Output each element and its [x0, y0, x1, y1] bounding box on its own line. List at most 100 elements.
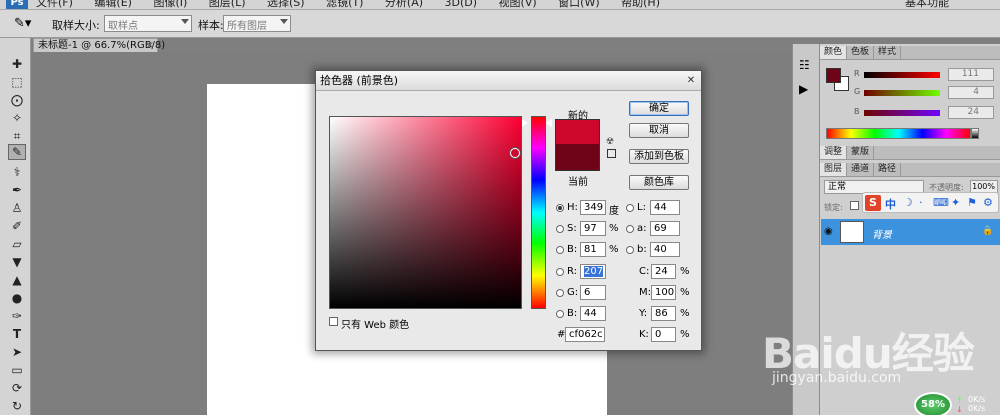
saturation-radio[interactable] — [556, 225, 564, 233]
path-selection-tool-icon[interactable]: ➤ — [8, 344, 26, 360]
slider-b-value[interactable]: 24 — [948, 106, 994, 119]
menu-select[interactable]: 选择(S) — [267, 0, 305, 9]
sample-select[interactable]: 所有图层 — [223, 15, 291, 32]
color-picker-marker[interactable] — [510, 148, 520, 158]
hue-slider-right-arrow-icon[interactable] — [546, 119, 552, 127]
3d-rotate-tool-icon[interactable]: ⟳ — [8, 380, 26, 396]
menu-filter[interactable]: 滤镜(T) — [326, 0, 363, 9]
hue-slider-left-arrow-icon[interactable] — [522, 119, 528, 127]
magic-wand-tool-icon[interactable]: ✧ — [8, 110, 26, 126]
type-tool-icon[interactable]: T — [8, 326, 26, 342]
sogou-ime-icon[interactable]: S — [865, 195, 881, 211]
out-of-gamut-warning-icon[interactable]: ☢ — [606, 137, 614, 147]
crop-tool-icon[interactable]: ⌗ — [8, 128, 26, 144]
blue-field[interactable]: 44 — [580, 306, 606, 321]
hue-radio[interactable] — [556, 204, 564, 212]
black-field[interactable]: 0 — [651, 327, 676, 342]
lab-l-field[interactable]: 44 — [650, 200, 680, 215]
gamut-correction-swatch[interactable] — [607, 149, 616, 158]
menu-edit[interactable]: 编辑(E) — [94, 0, 132, 9]
red-radio[interactable] — [556, 268, 564, 276]
cancel-button[interactable]: 取消 — [629, 123, 689, 138]
dodge-tool-icon[interactable]: ● — [8, 290, 26, 306]
tab-adjustments[interactable]: 调整 — [820, 146, 848, 159]
hex-field[interactable]: cf062c — [565, 327, 605, 342]
tab-masks[interactable]: 蒙版 — [847, 146, 875, 159]
layer-name[interactable]: 背景 — [872, 226, 892, 241]
network-speed-widget[interactable]: 58% ↑ 0K/s ↓ 0K/s — [912, 392, 1000, 415]
yellow-field[interactable]: 86 — [651, 306, 676, 321]
brush-tool-icon[interactable]: ✒ — [8, 182, 26, 198]
sample-size-select[interactable]: 取样点 — [104, 15, 192, 32]
slider-g[interactable]: G 4 — [854, 86, 994, 99]
ok-button[interactable]: 确定 — [629, 101, 689, 116]
ime-chinese-mode[interactable]: 中 — [885, 196, 896, 212]
grayscale-ramp[interactable] — [971, 128, 979, 139]
pen-tool-icon[interactable]: ✑ — [8, 308, 26, 324]
slider-b[interactable]: B 24 — [854, 106, 994, 119]
ime-halfwidth-icon[interactable]: ☽ — [903, 196, 913, 209]
ime-settings-icon[interactable]: ⚙ — [983, 196, 993, 209]
slider-r-bar[interactable] — [864, 72, 940, 78]
blue-radio[interactable] — [556, 310, 564, 318]
lasso-tool-icon[interactable]: ⨀ — [8, 92, 26, 108]
slider-g-value[interactable]: 4 — [948, 86, 994, 99]
close-icon[interactable]: × — [146, 39, 154, 52]
blur-tool-icon[interactable]: ▲ — [8, 272, 26, 288]
lab-b-radio[interactable] — [626, 246, 634, 254]
saturation-brightness-field[interactable] — [329, 116, 522, 309]
tab-channels[interactable]: 通道 — [847, 163, 875, 176]
workspace-switcher[interactable]: 基本功能 — [905, 0, 949, 9]
lab-a-field[interactable]: 69 — [650, 221, 680, 236]
color-spectrum-bar[interactable] — [826, 128, 971, 139]
current-color-swatch[interactable] — [555, 144, 600, 171]
foreground-color-swatch[interactable] — [826, 68, 841, 83]
lab-l-radio[interactable] — [626, 204, 634, 212]
tab-styles[interactable]: 样式 — [874, 46, 902, 59]
healing-brush-tool-icon[interactable]: ⚕ — [8, 164, 26, 180]
brightness-radio[interactable] — [556, 246, 564, 254]
ime-keyboard-icon[interactable]: ⌨ — [933, 196, 949, 209]
slider-r[interactable]: R 111 — [854, 68, 994, 81]
lab-a-radio[interactable] — [626, 225, 634, 233]
ime-tools-icon[interactable]: ⚑ — [967, 196, 977, 209]
menu-window[interactable]: 窗口(W) — [558, 0, 599, 9]
slider-b-bar[interactable] — [864, 110, 940, 116]
layer-visibility-eye-icon[interactable]: ◉ — [824, 226, 833, 237]
lab-b-field[interactable]: 40 — [650, 242, 680, 257]
history-brush-tool-icon[interactable]: ✐ — [8, 218, 26, 234]
tab-paths[interactable]: 路径 — [874, 163, 902, 176]
ime-skin-icon[interactable]: ✦ — [951, 196, 960, 209]
hue-field[interactable]: 349 — [580, 200, 606, 215]
tab-swatches[interactable]: 色板 — [847, 46, 875, 59]
brightness-field[interactable]: 81 — [580, 242, 606, 257]
magenta-field[interactable]: 100 — [651, 285, 676, 300]
shape-tool-icon[interactable]: ▭ — [8, 362, 26, 378]
cyan-field[interactable]: 24 — [651, 264, 676, 279]
slider-g-bar[interactable] — [864, 90, 940, 96]
menu-image[interactable]: 图像(I) — [153, 0, 187, 9]
add-to-swatches-button[interactable]: 添加到色板 — [629, 149, 689, 164]
tab-layers[interactable]: 图层 — [820, 163, 848, 176]
document-tab[interactable]: 未标题-1 @ 66.7%(RGB/8) × — [33, 38, 165, 52]
close-icon[interactable]: ✕ — [685, 75, 697, 87]
lock-transparent-checkbox[interactable] — [850, 201, 859, 210]
saturation-field[interactable]: 97 — [580, 221, 606, 236]
menu-3d[interactable]: 3D(D) — [445, 0, 478, 9]
move-tool-icon[interactable]: ✚ — [8, 56, 26, 72]
menu-help[interactable]: 帮助(H) — [621, 0, 660, 9]
marquee-tool-icon[interactable]: ⬚ — [8, 74, 26, 90]
slider-r-value[interactable]: 111 — [948, 68, 994, 81]
ime-punctuation-icon[interactable]: · — [919, 196, 923, 209]
web-colors-only-checkbox[interactable] — [329, 317, 338, 326]
paint-bucket-tool-icon[interactable]: ▼ — [8, 254, 26, 270]
eraser-tool-icon[interactable]: ▱ — [8, 236, 26, 252]
clone-stamp-tool-icon[interactable]: ♙ — [8, 200, 26, 216]
menu-file[interactable]: 文件(F) — [36, 0, 73, 9]
eyedropper-tool-icon[interactable]: ✎ — [8, 144, 26, 160]
menu-analysis[interactable]: 分析(A) — [385, 0, 423, 9]
color-libraries-button[interactable]: 颜色库 — [629, 175, 689, 190]
actions-panel-icon[interactable]: ▶ — [799, 82, 808, 96]
eyedropper-tool-preset-icon[interactable]: ✎▾ — [14, 16, 31, 31]
red-field[interactable]: 207 — [580, 264, 606, 279]
